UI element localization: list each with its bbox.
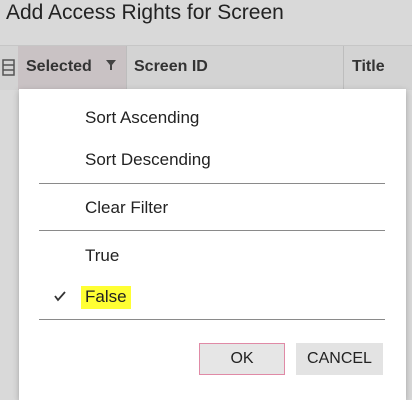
column-header-selected[interactable]: Selected xyxy=(18,46,126,90)
column-header-title[interactable]: Title xyxy=(352,58,385,76)
menu-item-sort-descending[interactable]: Sort Descending xyxy=(85,150,211,170)
column-header-selected-label: Selected xyxy=(26,58,92,75)
column-filter-menu: Sort Ascending Sort Descending Clear Fil… xyxy=(19,89,406,400)
menu-divider xyxy=(39,319,385,320)
cancel-button[interactable]: CANCEL xyxy=(296,343,383,375)
menu-item-true[interactable]: True xyxy=(85,246,119,266)
column-header-screen-id[interactable]: Screen ID xyxy=(134,58,208,76)
column-divider xyxy=(126,46,127,90)
menu-item-false-label: False xyxy=(81,286,131,309)
filter-funnel-icon[interactable] xyxy=(105,58,117,72)
dialog-title: Add Access Rights for Screen xyxy=(6,1,284,24)
column-divider xyxy=(343,46,344,90)
grid-settings-icon[interactable] xyxy=(0,56,16,78)
checkmark-icon xyxy=(53,289,67,302)
grid-header-row: Selected Screen ID Title xyxy=(0,45,412,90)
menu-divider xyxy=(39,230,385,231)
ok-button[interactable]: OK xyxy=(199,343,285,375)
menu-divider xyxy=(39,183,385,184)
menu-item-clear-filter[interactable]: Clear Filter xyxy=(85,198,168,218)
menu-item-false[interactable]: False xyxy=(81,286,131,309)
menu-item-sort-ascending[interactable]: Sort Ascending xyxy=(85,108,199,128)
